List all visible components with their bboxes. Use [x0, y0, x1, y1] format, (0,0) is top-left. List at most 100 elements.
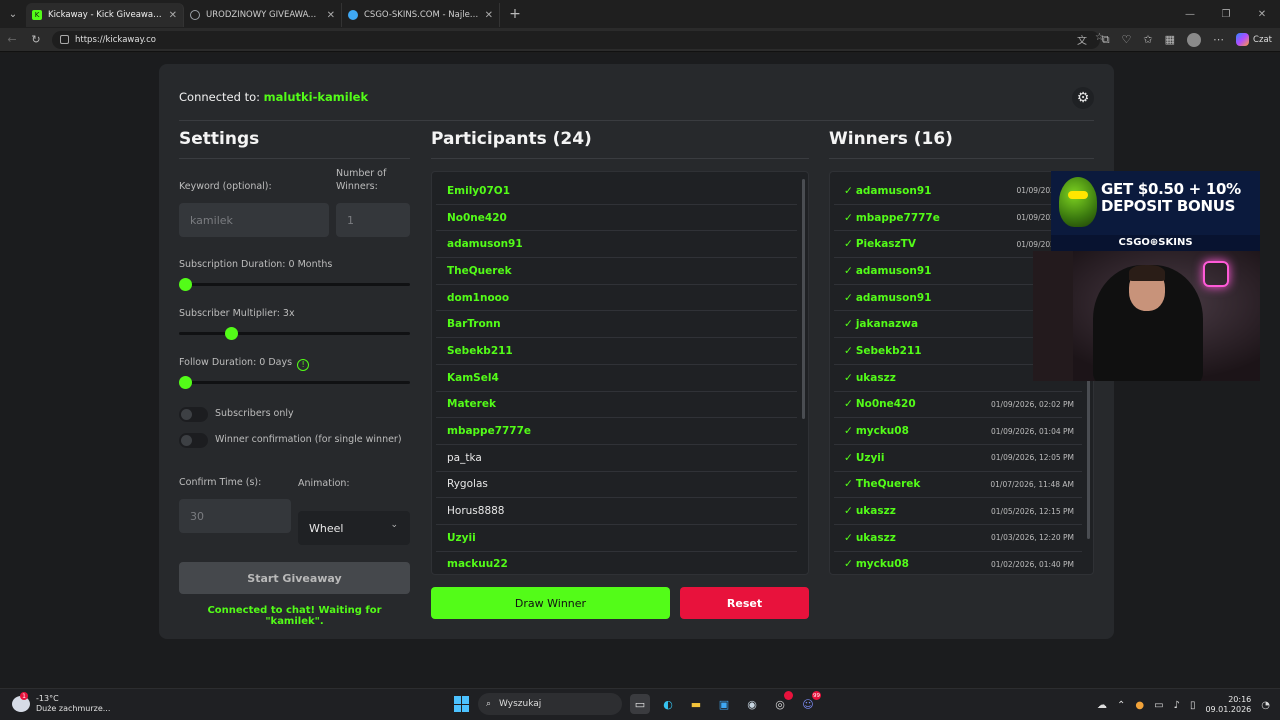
confirm-time-input[interactable]: 30: [179, 499, 291, 533]
participant-row: Sebekb211: [436, 338, 797, 365]
divider: [829, 158, 1094, 159]
participant-row: adamuson91: [436, 231, 797, 259]
minimize-icon[interactable]: —: [1172, 0, 1208, 28]
winner-name: PiekaszTV: [855, 238, 916, 251]
subscribers-only-label: Subscribers only: [215, 408, 294, 419]
ad-headline: GET $0.50 + 10% DEPOSIT BONUS: [1101, 180, 1241, 215]
reset-button[interactable]: Reset: [680, 587, 809, 619]
participant-row: Horus8888: [436, 498, 797, 525]
address-toolbar: ← ↻ https://kickaway.co 文 ☆ ⧉ ♡ ✩ ▦ ⋯ Cz…: [0, 28, 1280, 52]
clock[interactable]: 20:16 09.01.2026: [1205, 695, 1251, 715]
windows-start-icon[interactable]: [454, 696, 470, 712]
app-icon[interactable]: ◎: [770, 691, 793, 714]
participant-row: dom1nooo: [436, 285, 797, 312]
slider-knob[interactable]: [179, 376, 192, 389]
sub-duration-slider[interactable]: [179, 278, 410, 291]
checkmark-icon: ✓: [844, 344, 853, 357]
window-controls: — ❐ ✕: [1172, 0, 1280, 28]
favorites-icon[interactable]: ✩: [1143, 33, 1152, 46]
follow-duration-text: Follow Duration: 0 Days: [179, 357, 293, 368]
ad-brand: CSGO⊕SKINS: [1118, 237, 1193, 248]
back-icon[interactable]: ←: [0, 28, 24, 52]
tab-csgo-skins[interactable]: CSGO-SKINS.COM - Najlepsze Skrzynki ✕: [342, 3, 500, 27]
divider: [431, 158, 809, 159]
profile-avatar[interactable]: [1187, 32, 1202, 47]
translate-icon[interactable]: 文: [1077, 32, 1087, 47]
winner-row: ✓ mycku08 01/09/2026, 01:04 PM: [834, 418, 1082, 445]
task-view-icon[interactable]: ▭: [630, 694, 650, 714]
checkmark-icon: ✓: [844, 425, 853, 438]
weather-text: -13°C Duże zachmurze...: [36, 694, 110, 714]
start-giveaway-button[interactable]: Start Giveaway: [179, 562, 410, 594]
notifications-icon[interactable]: ◔: [1261, 700, 1270, 711]
tab-close-icon[interactable]: ✕: [169, 10, 177, 21]
tab-close-icon[interactable]: ✕: [485, 10, 493, 21]
scrollbar[interactable]: [802, 179, 805, 419]
weather-widget[interactable]: 1 -13°C Duże zachmurze...: [12, 692, 110, 714]
tab-giveaway[interactable]: URODZINOWY GIVEAWAY KAMILKA ✕: [184, 3, 342, 27]
winner-date: 01/05/2026, 12:15 PM: [991, 506, 1074, 516]
close-window-icon[interactable]: ✕: [1244, 0, 1280, 28]
slider-knob[interactable]: [224, 327, 238, 340]
microphone-icon[interactable]: ●: [1135, 700, 1144, 711]
info-icon[interactable]: !: [297, 358, 310, 371]
keyword-label: Keyword (optional):: [179, 181, 272, 192]
battery-icon[interactable]: ▯: [1190, 700, 1196, 711]
participant-row: pa_tka: [436, 445, 797, 472]
winner-name: Sebekb211: [855, 344, 922, 357]
performance-icon[interactable]: ♡: [1122, 33, 1132, 46]
connected-prefix: Connected to:: [179, 90, 260, 104]
participant-name: Horus8888: [447, 505, 505, 518]
steam-icon[interactable]: ◉: [742, 694, 762, 714]
checkmark-icon: ✓: [844, 184, 853, 197]
maximize-icon[interactable]: ❐: [1208, 0, 1244, 28]
extensions-icon[interactable]: ⧉: [1102, 33, 1110, 47]
draw-winner-button[interactable]: Draw Winner: [431, 587, 670, 619]
winner-name: ukaszz: [855, 371, 896, 384]
animation-select[interactable]: Wheel ⌄: [298, 511, 410, 545]
participant-row: mackuu22: [436, 552, 797, 574]
onedrive-icon[interactable]: ☁: [1097, 700, 1107, 711]
streamer-hair: [1129, 265, 1165, 281]
cloud-icon: 1: [12, 692, 30, 712]
winners-count-input[interactable]: 1: [336, 203, 410, 237]
new-tab-icon[interactable]: +: [504, 3, 526, 25]
volume-icon[interactable]: ♪: [1174, 700, 1180, 711]
url-field[interactable]: https://kickaway.co: [52, 30, 1100, 49]
winner-confirmation-toggle[interactable]: [179, 433, 208, 448]
neon-sign: [1203, 261, 1229, 287]
tray-overflow-icon[interactable]: ⌃: [1117, 700, 1125, 711]
tab-close-icon[interactable]: ✕: [327, 10, 335, 21]
tab-kickaway[interactable]: K Kickaway - Kick Giveaway Tool ✕: [26, 3, 184, 27]
discord-icon[interactable]: ☺ 99: [798, 691, 821, 714]
more-menu-icon[interactable]: ⋯: [1213, 33, 1224, 46]
reload-icon[interactable]: ↻: [24, 28, 48, 52]
site-info-icon[interactable]: [60, 35, 69, 44]
winner-date: 01/09/2026, 01:04 PM: [991, 426, 1074, 436]
follow-duration-slider[interactable]: [179, 376, 410, 389]
copilot-icon: [1236, 33, 1250, 46]
settings-gear-icon[interactable]: ⚙: [1072, 87, 1094, 109]
participant-name: adamuson91: [447, 238, 523, 251]
sub-multiplier-slider[interactable]: [179, 327, 410, 340]
page-content: Connected to: malutki-kamilek ⚙ Settings…: [0, 53, 1280, 687]
store-icon[interactable]: ▣: [714, 694, 734, 714]
participant-name: BarTronn: [447, 318, 501, 331]
copilot-chat-button[interactable]: Czat: [1236, 33, 1272, 46]
collections-icon[interactable]: ▦: [1165, 33, 1175, 46]
subscribers-only-toggle[interactable]: [179, 407, 208, 422]
participants-list[interactable]: Emily07O1 No0ne420 adamuson91 TheQuerek dom1…: [431, 171, 809, 575]
slider-knob[interactable]: [179, 278, 192, 291]
winner-row: ✓ mycku08 01/02/2026, 01:40 PM: [834, 552, 1082, 574]
file-explorer-icon[interactable]: ▬: [686, 694, 706, 714]
tab-actions-menu-icon[interactable]: ⌄: [0, 0, 26, 28]
network-icon[interactable]: ▭: [1154, 700, 1163, 711]
checkmark-icon: ✓: [844, 264, 853, 277]
keyword-input[interactable]: kamilek: [179, 203, 329, 237]
taskbar-search[interactable]: ⌕ Wyszukaj: [478, 693, 622, 715]
divider: [179, 120, 1094, 121]
taskbar-apps: ⌕ Wyszukaj ▭ ◐ ▬ ▣ ◉ ◎ ☺ 99: [454, 691, 821, 715]
winner-name: ukaszz: [855, 505, 896, 518]
winner-name: mycku08: [855, 558, 909, 571]
edge-icon[interactable]: ◐: [658, 694, 678, 714]
